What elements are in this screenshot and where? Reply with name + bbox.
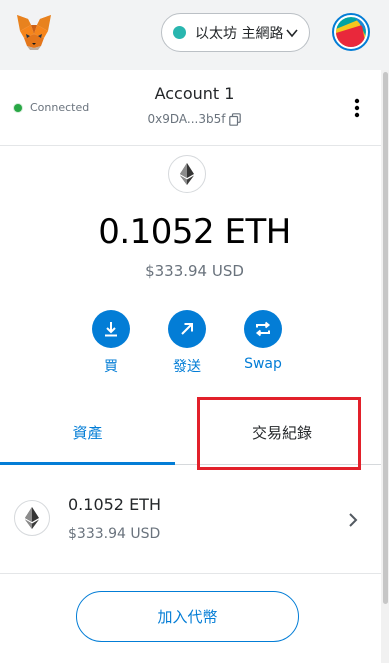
- annotation-highlight-box: [197, 397, 361, 470]
- chevron-down-icon: [286, 29, 298, 38]
- download-icon: [92, 310, 130, 348]
- active-tab-indicator: [0, 462, 175, 465]
- asset-amount: 0.1052 ETH: [68, 495, 161, 514]
- account-name: Account 1: [154, 84, 235, 103]
- network-label: 以太坊 主網路: [195, 25, 284, 42]
- asset-list-item[interactable]: 0.1052 ETH $333.94 USD: [0, 466, 389, 574]
- ethereum-icon: [14, 500, 50, 536]
- network-selector[interactable]: 以太坊 主網路: [161, 13, 310, 52]
- account-options-menu-icon[interactable]: [351, 97, 363, 119]
- scrollbar-thumb[interactable]: [383, 72, 388, 604]
- account-address: 0x9DA...3b5f: [147, 112, 226, 126]
- connected-indicator-dot: [14, 103, 22, 112]
- jazzicon-avatar: [336, 17, 366, 47]
- buy-button[interactable]: 買: [81, 310, 141, 376]
- account-address-copy[interactable]: 0x9DA...3b5f: [0, 112, 389, 126]
- app-header: 以太坊 主網路: [0, 0, 389, 70]
- copy-icon: [229, 112, 242, 126]
- asset-fiat-value: $333.94 USD: [68, 526, 161, 542]
- ethereum-logo-icon: [180, 163, 194, 185]
- send-button[interactable]: 發送: [157, 310, 217, 376]
- network-status-dot: [173, 26, 186, 39]
- eth-balance: 0.1052 ETH: [98, 212, 291, 252]
- send-button-label: 發送: [173, 359, 201, 375]
- arrow-up-right-icon: [168, 310, 206, 348]
- ethereum-icon: [168, 155, 206, 193]
- metamask-fox-logo[interactable]: [14, 12, 54, 52]
- swap-icon: [244, 310, 282, 348]
- account-bar: Connected Account 1 0x9DA...3b5f: [0, 70, 389, 146]
- tab-assets[interactable]: 資產: [0, 400, 175, 465]
- swap-button[interactable]: Swap: [233, 310, 293, 372]
- account-avatar[interactable]: [332, 13, 370, 51]
- chevron-right-icon: [349, 513, 358, 527]
- fiat-balance: $333.94 USD: [145, 262, 244, 280]
- swap-button-label: Swap: [244, 356, 282, 372]
- add-token-button[interactable]: 加入代幣: [76, 591, 299, 642]
- buy-button-label: 買: [104, 359, 118, 375]
